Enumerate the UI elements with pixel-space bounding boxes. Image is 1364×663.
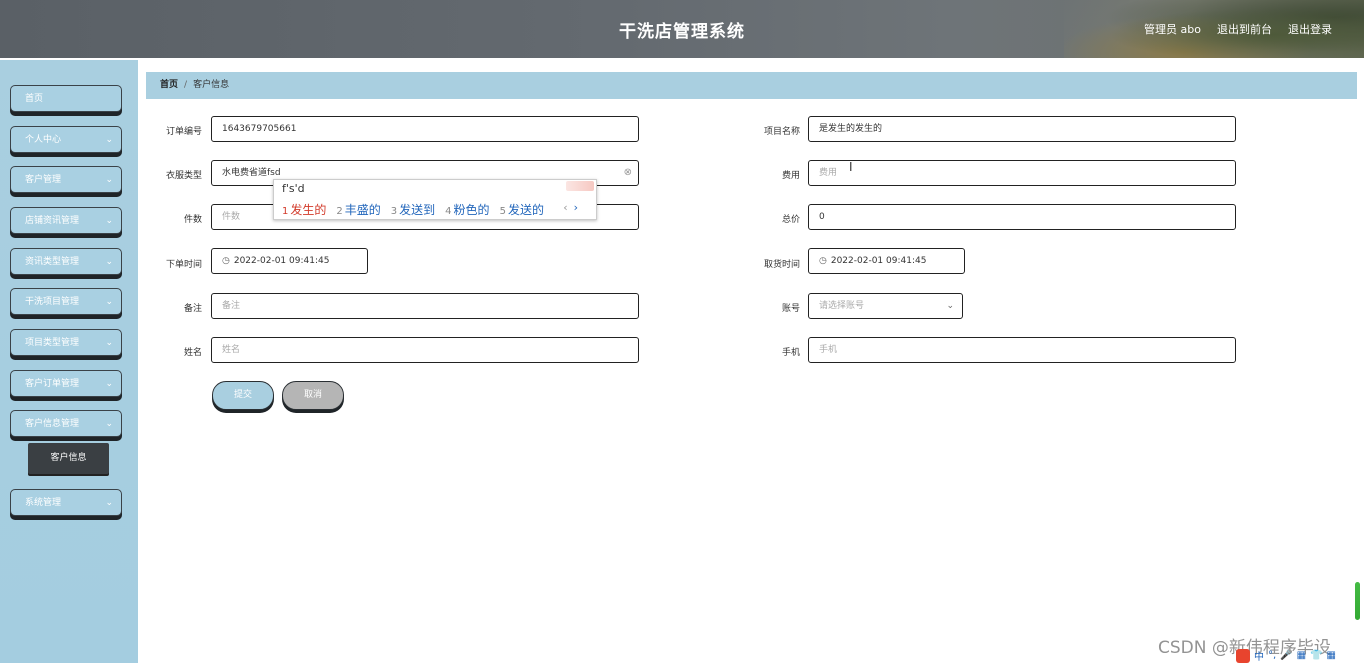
order-time-value: 2022-02-01 09:41:45	[233, 256, 330, 266]
sidebar-item-label: 项目类型管理	[25, 338, 80, 348]
breadcrumb-separator: /	[184, 80, 188, 90]
ime-candidate[interactable]: 5 发送的	[500, 201, 544, 218]
total-input[interactable]: 0	[808, 204, 1236, 230]
submit-button[interactable]: 提交	[212, 381, 274, 410]
sidebar-item-label: 个人中心	[25, 135, 62, 145]
ime-candidate-list: 1 发生的 2 丰盛的 3 发送到 4 粉色的 5 发送的	[282, 201, 544, 218]
phone-input[interactable]: 手机	[808, 337, 1236, 363]
sidebar-item-system-management[interactable]: 系统管理 ⌄	[10, 489, 122, 516]
ime-candidate[interactable]: 1 发生的	[282, 201, 326, 218]
total-label: 总价	[781, 215, 800, 225]
punctuation-icon[interactable]: °,	[1268, 650, 1276, 661]
clothes-type-label: 衣服类型	[165, 171, 202, 181]
remark-input[interactable]: 备注	[211, 293, 639, 319]
sidebar-item-home[interactable]: 首页	[10, 85, 122, 112]
ime-candidate[interactable]: 2 丰盛的	[336, 201, 380, 218]
clock-icon: ◷	[819, 256, 827, 266]
back-to-front-link[interactable]: 退出到前台	[1217, 21, 1272, 37]
chevron-down-icon: ⌄	[105, 498, 113, 508]
sidebar-item-label: 店铺资讯管理	[25, 216, 80, 226]
keyboard-icon[interactable]: ▦	[1297, 650, 1306, 661]
pickup-time-picker[interactable]: ◷ 2022-02-01 09:41:45	[808, 248, 965, 274]
order-no-input[interactable]: 1643679705661	[211, 116, 639, 142]
project-name-input[interactable]: 是发生的发生的	[808, 116, 1236, 142]
ime-next-icon[interactable]: ›	[574, 201, 578, 214]
scroll-indicator[interactable]	[1355, 582, 1360, 620]
pickup-time-label: 取货时间	[763, 260, 800, 270]
ime-candidate[interactable]: 4 粉色的	[445, 201, 489, 218]
ime-tray: 中 °, 🎤 ▦ 👕 ▦	[1236, 648, 1336, 663]
skin-icon[interactable]: 👕	[1310, 650, 1322, 661]
chevron-down-icon: ⌄	[105, 338, 113, 348]
ime-candidate[interactable]: 3 发送到	[391, 201, 435, 218]
chinese-mode-icon[interactable]: 中	[1254, 648, 1264, 663]
cancel-button[interactable]: 取消	[282, 381, 344, 410]
toolbox-icon[interactable]: ▦	[1327, 650, 1336, 661]
chevron-down-icon: ⌄	[105, 175, 113, 185]
ime-logo-icon	[566, 181, 594, 191]
sidebar-item-label: 客户信息管理	[25, 419, 80, 429]
chevron-down-icon: ⌄	[105, 257, 113, 267]
breadcrumb-home[interactable]: 首页	[160, 80, 178, 90]
count-label: 件数	[183, 215, 202, 225]
project-name-label: 项目名称	[763, 127, 800, 137]
sidebar-item-label: 首页	[25, 94, 44, 104]
text-cursor-icon: I	[849, 160, 853, 174]
ime-pager: ‹ ›	[563, 201, 578, 214]
name-input[interactable]: 姓名	[211, 337, 639, 363]
ime-candidate-popup: f's'd 1 发生的 2 丰盛的 3 发送到 4 粉色的 5 发送的 ‹ ›	[273, 179, 597, 220]
sidebar-item-personal-center[interactable]: 个人中心 ⌄	[10, 126, 122, 153]
fee-input[interactable]: 费用	[808, 160, 1236, 186]
breadcrumb: 首页 / 客户信息	[146, 72, 1357, 99]
sidebar-item-dry-clean-project-management[interactable]: 干洗项目管理 ⌄	[10, 288, 122, 315]
ime-logo-icon[interactable]	[1236, 648, 1250, 663]
sidebar: 首页 个人中心 ⌄ 客户管理 ⌄ 店铺资讯管理 ⌄ 资讯类型管理 ⌄ 干洗项目管…	[0, 60, 138, 663]
chevron-down-icon: ⌄	[105, 419, 113, 429]
order-time-picker[interactable]: ◷ 2022-02-01 09:41:45	[211, 248, 368, 274]
admin-user-label[interactable]: 管理员 abo	[1144, 21, 1201, 37]
account-select[interactable]: 请选择账号 ⌄	[808, 293, 963, 319]
sidebar-item-label: 干洗项目管理	[25, 297, 80, 307]
sidebar-item-label: 资讯类型管理	[25, 257, 80, 267]
breadcrumb-current: 客户信息	[193, 80, 230, 90]
sidebar-item-label: 系统管理	[25, 498, 62, 508]
pickup-time-value: 2022-02-01 09:41:45	[830, 256, 927, 266]
sidebar-item-news-type-management[interactable]: 资讯类型管理 ⌄	[10, 248, 122, 275]
order-no-label: 订单编号	[165, 127, 202, 137]
top-header: 干洗店管理系统 管理员 abo 退出到前台 退出登录	[0, 0, 1364, 58]
sidebar-item-project-type-management[interactable]: 项目类型管理 ⌄	[10, 329, 122, 356]
clear-icon[interactable]: ⊗	[624, 161, 632, 185]
chevron-down-icon: ⌄	[105, 297, 113, 307]
sidebar-item-label: 客户订单管理	[25, 379, 80, 389]
logout-link[interactable]: 退出登录	[1288, 21, 1332, 37]
microphone-icon[interactable]: 🎤	[1280, 650, 1292, 661]
chevron-down-icon: ⌄	[105, 379, 113, 389]
chevron-down-icon: ⌄	[105, 216, 113, 226]
chevron-down-icon: ⌄	[105, 135, 113, 145]
remark-label: 备注	[183, 304, 202, 314]
fee-label: 费用	[781, 171, 800, 181]
order-time-label: 下单时间	[165, 260, 202, 270]
clock-icon: ◷	[222, 256, 230, 266]
clothes-type-value: 水电费省道fsd	[222, 168, 281, 178]
header-nav: 管理员 abo 退出到前台 退出登录	[1144, 21, 1332, 37]
name-label: 姓名	[183, 348, 202, 358]
sidebar-item-label: 客户管理	[25, 175, 62, 185]
ime-composition: f's'd	[282, 182, 305, 195]
account-label: 账号	[781, 304, 800, 314]
ime-prev-icon[interactable]: ‹	[563, 201, 567, 214]
sidebar-item-customer-management[interactable]: 客户管理 ⌄	[10, 166, 122, 193]
sidebar-item-shop-news-management[interactable]: 店铺资讯管理 ⌄	[10, 207, 122, 234]
sidebar-item-customer-order-management[interactable]: 客户订单管理 ⌄	[10, 370, 122, 397]
phone-label: 手机	[781, 348, 800, 358]
account-placeholder: 请选择账号	[819, 301, 865, 311]
sidebar-subitem-customer-info[interactable]: 客户信息	[28, 443, 109, 474]
sidebar-item-customer-info-management[interactable]: 客户信息管理 ⌄	[10, 410, 122, 437]
chevron-down-icon: ⌄	[946, 301, 954, 311]
